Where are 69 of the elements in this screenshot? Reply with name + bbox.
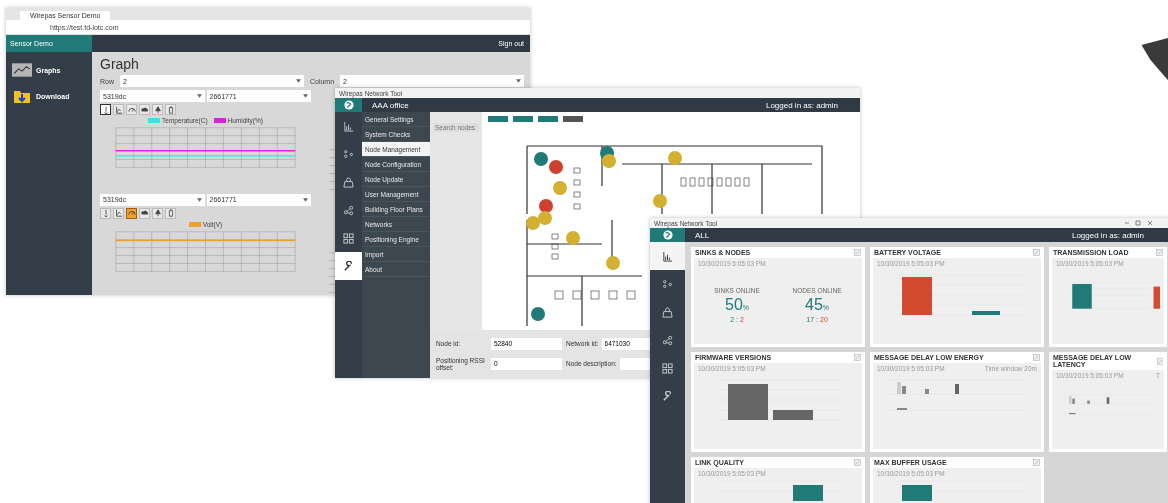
grid-icon <box>343 232 354 244</box>
chart-bar <box>902 485 932 501</box>
tree-icon <box>153 209 162 217</box>
caret-icon <box>516 79 521 83</box>
bar-chart-icon <box>343 120 354 132</box>
caret-icon <box>196 197 202 202</box>
chart-bar <box>1153 286 1160 309</box>
node-marker[interactable] <box>539 199 553 213</box>
gauge-icon <box>127 209 136 217</box>
nav-item[interactable] <box>650 242 685 270</box>
nodes-icon <box>343 148 354 160</box>
cloud-icon <box>140 209 149 217</box>
share-icon <box>662 334 673 346</box>
location-title: ALL <box>695 230 711 240</box>
nav-item[interactable] <box>335 252 362 280</box>
battery-icon <box>166 209 175 217</box>
login-status: Logged in as: admin <box>765 100 838 110</box>
node-marker[interactable] <box>538 211 552 225</box>
caret-icon <box>295 79 301 83</box>
wrench-icon <box>343 260 354 272</box>
chart-bar <box>972 311 1000 315</box>
node-marker[interactable] <box>668 151 682 165</box>
chart-bar <box>1069 412 1076 415</box>
bar-chart-icon <box>662 250 673 262</box>
wrench-icon <box>662 390 673 402</box>
chart-bar <box>955 384 959 394</box>
chart-bar <box>1106 397 1110 404</box>
node-marker[interactable] <box>549 160 563 174</box>
chart-type-button[interactable] <box>152 104 163 115</box>
node-marker[interactable] <box>553 181 567 195</box>
chart-bar <box>773 410 813 420</box>
thermometer-icon <box>101 209 110 217</box>
cloud-icon <box>140 105 149 114</box>
chart-type-button[interactable] <box>139 104 150 115</box>
node-marker[interactable] <box>566 231 580 245</box>
login-status: Logged in as: admin <box>1071 230 1144 240</box>
chart-bar <box>1087 400 1090 404</box>
tree-icon <box>153 105 162 114</box>
node-marker[interactable] <box>531 307 545 321</box>
chart-type-button[interactable] <box>100 104 111 115</box>
gauge-icon <box>127 105 136 114</box>
chart-type-button[interactable] <box>152 207 163 219</box>
thermometer-icon <box>101 105 110 114</box>
window-controls-icon[interactable] <box>1124 220 1154 226</box>
node-marker[interactable] <box>526 216 540 230</box>
node-marker[interactable] <box>653 194 667 208</box>
location-title: AAA office <box>372 100 410 110</box>
nodes-icon <box>662 278 673 290</box>
chart-bar <box>1072 284 1092 309</box>
caret-icon <box>303 94 308 98</box>
node-marker[interactable] <box>602 154 616 168</box>
caret-icon <box>303 197 308 202</box>
axis-icon <box>114 209 123 217</box>
lock-icon <box>343 176 354 188</box>
grid-icon <box>662 362 673 374</box>
page-title: Graph <box>100 56 140 72</box>
battery-icon <box>166 105 175 114</box>
caret-icon <box>196 94 202 98</box>
chart-bar <box>925 389 929 394</box>
chart-type-button[interactable] <box>139 207 150 219</box>
node-marker[interactable] <box>606 256 620 270</box>
chart-type-button[interactable] <box>126 207 137 219</box>
lock-icon <box>662 306 673 318</box>
chart-bar <box>728 384 768 420</box>
chart-bar <box>793 485 823 501</box>
axis-icon <box>114 105 123 114</box>
chart-bar <box>902 277 932 315</box>
share-icon <box>343 204 354 216</box>
node-marker[interactable] <box>534 152 548 166</box>
